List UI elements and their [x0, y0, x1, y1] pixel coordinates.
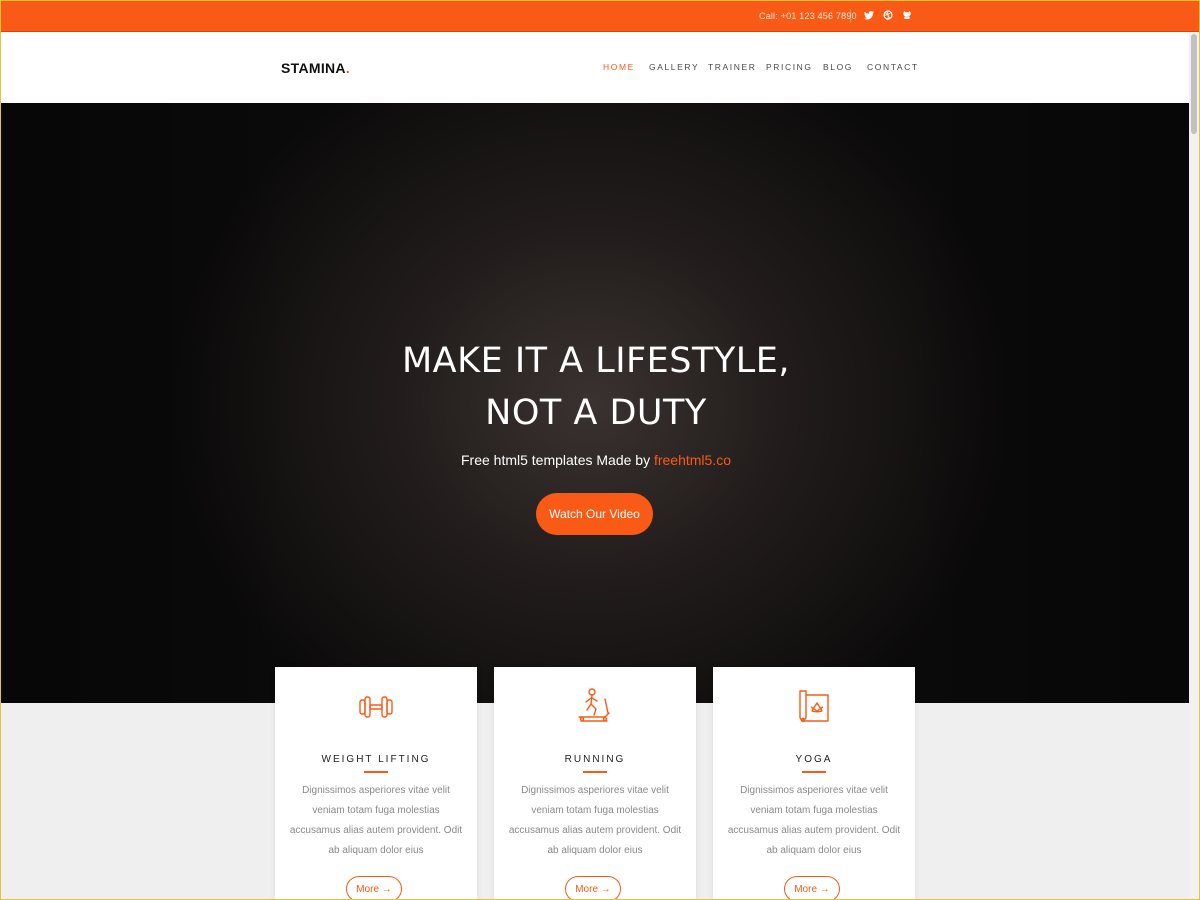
service-card-running: RUNNING Dignissimos asperiores vitae vel… [494, 667, 696, 899]
more-button[interactable]: More → [565, 876, 621, 899]
nav-trainer[interactable]: TRAINER [708, 62, 757, 72]
github-icon[interactable] [901, 9, 913, 21]
dumbbell-icon [359, 696, 393, 718]
hero-subtitle: Free html5 templates Made by freehtml5.c… [460, 452, 732, 468]
card-text: Dignissimos asperiores vitae velit venia… [508, 785, 682, 856]
card-title: RUNNING [564, 754, 626, 765]
top-bar-divider [850, 9, 851, 23]
site-header: STAMINA. HOME GALLERY TRAINER PRICING BL… [1, 32, 1199, 103]
yoga-mat-icon [799, 690, 829, 723]
nav-blog[interactable]: BLOG [823, 62, 853, 72]
service-card-weight-lifting: WEIGHT LIFTING Dignissimos asperiores vi… [275, 667, 477, 899]
page-scrollbar[interactable] [1189, 32, 1199, 899]
nav-gallery[interactable]: GALLERY [649, 62, 699, 72]
nav-contact[interactable]: CONTACT [867, 62, 919, 72]
twitter-icon[interactable] [863, 9, 875, 21]
card-title-underline [364, 771, 388, 773]
more-button[interactable]: More → [784, 876, 840, 899]
hero-title-line1: MAKE IT A LIFESTYLE, [401, 341, 790, 381]
card-text: Dignissimos asperiores vitae velit venia… [727, 785, 901, 856]
card-title-underline [583, 771, 607, 773]
top-bar: Call: +01 123 456 7890 [1, 1, 1199, 32]
nav-home[interactable]: HOME [603, 62, 635, 72]
card-text: Dignissimos asperiores vitae velit venia… [289, 785, 463, 856]
call-number: Call: +01 123 456 7890 [759, 11, 857, 21]
service-card-yoga: YOGA Dignissimos asperiores vitae velit … [713, 667, 915, 899]
dribbble-icon[interactable] [882, 9, 894, 21]
card-title: YOGA [795, 754, 833, 765]
hero-section: MAKE IT A LIFESTYLE, NOT A DUTY Free htm… [1, 103, 1199, 703]
hero-title: MAKE IT A LIFESTYLE, NOT A DUTY [1, 335, 1191, 439]
watch-video-button[interactable]: Watch Our Video [536, 493, 653, 535]
page: Call: +01 123 456 7890 STAMINA. HOME GAL… [0, 0, 1200, 900]
hero-title-line2: NOT A DUTY [485, 393, 707, 433]
treadmill-runner-icon [578, 688, 610, 722]
card-title-underline [802, 771, 826, 773]
main-nav: HOME GALLERY TRAINER PRICING BLOG CONTAC… [1, 62, 1199, 76]
freehtml5-link[interactable]: freehtml5.co [654, 452, 731, 468]
nav-pricing[interactable]: PRICING [766, 62, 813, 72]
card-title: WEIGHT LIFTING [321, 754, 431, 765]
scrollbar-thumb[interactable] [1191, 34, 1197, 134]
more-button[interactable]: More → [346, 876, 402, 899]
